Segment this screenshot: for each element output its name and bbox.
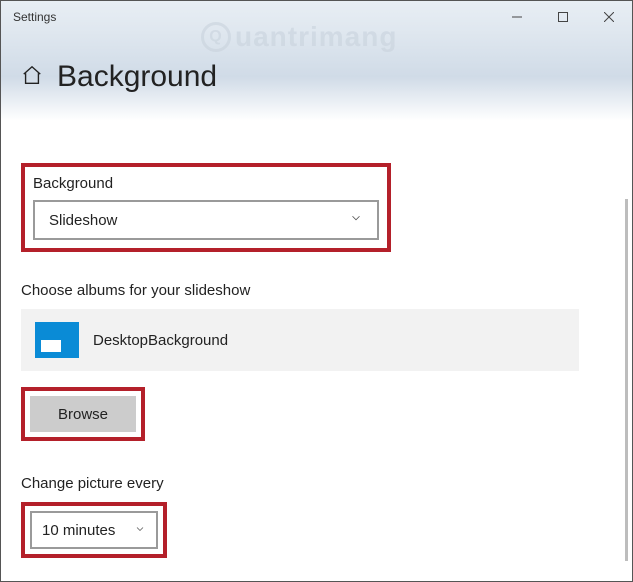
scrollbar[interactable] bbox=[625, 199, 628, 561]
minimize-button[interactable] bbox=[494, 1, 540, 33]
close-button[interactable] bbox=[586, 1, 632, 33]
chevron-down-icon bbox=[349, 211, 363, 229]
change-group: Change picture every 10 minutes bbox=[21, 475, 612, 558]
browse-button-label: Browse bbox=[58, 406, 108, 423]
window-controls bbox=[494, 1, 632, 33]
change-dropdown[interactable]: 10 minutes bbox=[30, 511, 158, 549]
titlebar: Settings bbox=[1, 1, 632, 33]
background-label: Background bbox=[33, 175, 379, 192]
background-group: Background Slideshow bbox=[21, 163, 612, 252]
highlight-background: Background Slideshow bbox=[21, 163, 391, 252]
page-header: Background bbox=[1, 33, 632, 121]
page-title: Background bbox=[57, 60, 217, 94]
change-label: Change picture every bbox=[21, 475, 612, 492]
chevron-down-icon bbox=[134, 522, 146, 539]
change-dropdown-value: 10 minutes bbox=[42, 522, 115, 539]
window-title: Settings bbox=[13, 10, 494, 24]
maximize-button[interactable] bbox=[540, 1, 586, 33]
albums-label: Choose albums for your slideshow bbox=[21, 282, 612, 299]
highlight-browse: Browse bbox=[21, 387, 145, 441]
change-dropdown-wrap: 10 minutes bbox=[21, 502, 612, 558]
background-dropdown-value: Slideshow bbox=[49, 212, 117, 229]
browse-button[interactable]: Browse bbox=[30, 396, 136, 432]
folder-icon bbox=[35, 322, 79, 358]
home-icon[interactable] bbox=[21, 64, 43, 91]
album-name: DesktopBackground bbox=[93, 332, 228, 349]
content-area: Background Slideshow Choose albums for y… bbox=[1, 121, 632, 578]
browse-wrap: Browse bbox=[21, 387, 612, 441]
album-item[interactable]: DesktopBackground bbox=[21, 309, 579, 371]
highlight-change: 10 minutes bbox=[21, 502, 167, 558]
background-dropdown[interactable]: Slideshow bbox=[33, 200, 379, 240]
